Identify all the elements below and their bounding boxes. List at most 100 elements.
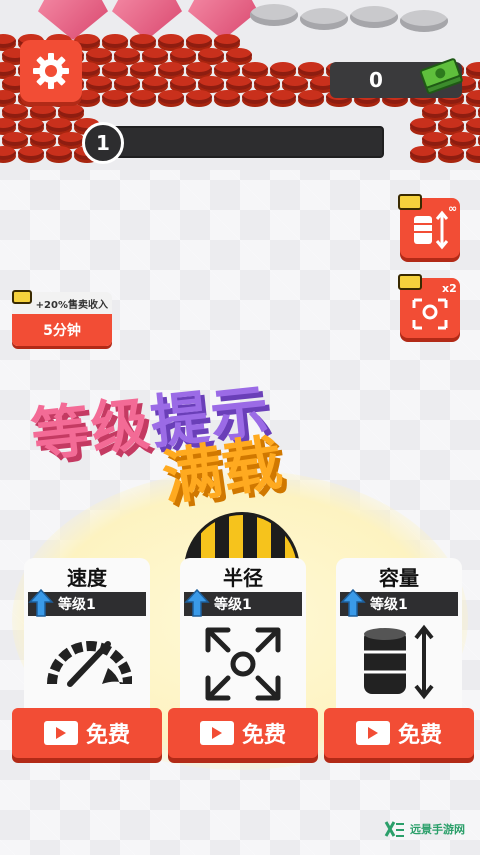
level-up-arrow-icon	[184, 588, 210, 617]
upgrade-title: 容量	[379, 566, 419, 590]
red-brick	[0, 34, 16, 48]
red-brick	[214, 62, 240, 76]
red-brick	[0, 62, 16, 76]
watermark: 远景手游网	[384, 818, 480, 840]
income-boost-duration: 5分钟	[12, 314, 112, 346]
cash-stack-icon	[419, 58, 463, 94]
red-brick	[410, 146, 436, 160]
red-brick	[86, 76, 112, 90]
upgrade-card-capacity: 容量 等级1 免费	[324, 558, 474, 766]
red-brick	[242, 62, 268, 76]
red-brick	[422, 104, 448, 118]
video-ad-icon	[199, 721, 234, 745]
grey-cylinder	[250, 4, 298, 26]
red-brick	[2, 132, 28, 146]
red-brick	[18, 146, 44, 160]
grey-cylinder	[300, 8, 348, 30]
expand-radius-icon	[205, 627, 281, 701]
red-brick	[58, 104, 84, 118]
red-brick	[170, 76, 196, 90]
red-brick	[438, 146, 464, 160]
ad-ticket-icon	[398, 274, 422, 290]
red-brick	[158, 90, 184, 104]
red-brick	[46, 118, 72, 132]
upgrade-card-body: 容量 等级1	[336, 558, 462, 718]
level-progress-bar	[100, 126, 384, 158]
red-brick	[30, 104, 56, 118]
red-brick	[86, 48, 112, 62]
settings-button[interactable]	[20, 40, 82, 102]
red-brick	[226, 48, 252, 62]
video-ad-icon	[43, 721, 78, 745]
red-brick	[0, 90, 16, 104]
free-button-label: 免费	[85, 723, 130, 748]
money-counter: 0	[330, 58, 463, 98]
red-brick	[186, 90, 212, 104]
grey-cylinder	[350, 6, 398, 28]
level-up-arrow-icon	[340, 588, 366, 617]
watermark-text: 远景手游网	[410, 823, 465, 836]
red-brick	[186, 34, 212, 48]
red-brick	[142, 76, 168, 90]
red-brick	[58, 132, 84, 146]
red-brick	[450, 104, 476, 118]
red-brick	[102, 34, 128, 48]
red-brick	[214, 90, 240, 104]
red-brick	[198, 48, 224, 62]
red-brick	[170, 48, 196, 62]
level-number-badge: 1	[82, 122, 124, 164]
red-brick	[130, 34, 156, 48]
red-brick	[102, 90, 128, 104]
red-brick	[0, 118, 16, 132]
red-brick	[298, 62, 324, 76]
red-brick	[298, 90, 324, 104]
red-brick	[226, 76, 252, 90]
red-brick	[114, 76, 140, 90]
red-brick	[18, 118, 44, 132]
red-brick	[410, 118, 436, 132]
upgrade-speed-free-button[interactable]: 免费	[12, 708, 162, 758]
capacity-boost-multiplier: ∞	[448, 202, 457, 215]
red-brick	[242, 90, 268, 104]
red-brick	[102, 62, 128, 76]
red-brick	[466, 146, 480, 160]
radius-boost-multiplier: x2	[442, 282, 457, 295]
capacity-boost-button[interactable]: ∞	[398, 194, 460, 258]
upgrade-card-radius: 半径 等级1 免费	[168, 558, 318, 766]
red-brick	[438, 118, 464, 132]
storage-capacity-icon	[364, 624, 434, 700]
red-brick	[186, 62, 212, 76]
ad-ticket-icon	[398, 194, 422, 210]
grey-cylinder	[400, 10, 448, 32]
red-brick	[46, 146, 72, 160]
upgrade-card-body: 速度 等级1	[24, 558, 150, 718]
red-brick	[466, 90, 480, 104]
red-brick	[450, 132, 476, 146]
watermark-logo-icon	[384, 821, 404, 837]
red-brick	[270, 90, 296, 104]
red-brick	[214, 34, 240, 48]
upgrade-title: 半径	[223, 566, 263, 590]
money-value: 0	[369, 68, 383, 92]
red-brick	[270, 62, 296, 76]
ad-ticket-icon	[12, 290, 32, 304]
red-brick	[142, 48, 168, 62]
red-brick	[466, 62, 480, 76]
speedometer-icon	[47, 641, 132, 687]
red-brick	[2, 104, 28, 118]
upgrade-card-body: 半径 等级1	[180, 558, 306, 718]
radius-boost-button[interactable]: x2	[398, 274, 460, 338]
free-button-label: 免费	[241, 723, 286, 748]
red-brick	[466, 118, 480, 132]
red-brick	[130, 62, 156, 76]
red-brick	[422, 132, 448, 146]
level-up-arrow-icon	[28, 588, 54, 617]
red-brick	[158, 62, 184, 76]
red-brick	[130, 90, 156, 104]
red-brick	[254, 76, 280, 90]
red-brick	[30, 132, 56, 146]
upgrade-capacity-free-button[interactable]: 免费	[324, 708, 474, 758]
red-brick	[198, 76, 224, 90]
upgrade-radius-free-button[interactable]: 免费	[168, 708, 318, 758]
banner-text-level: 等级	[28, 389, 155, 470]
